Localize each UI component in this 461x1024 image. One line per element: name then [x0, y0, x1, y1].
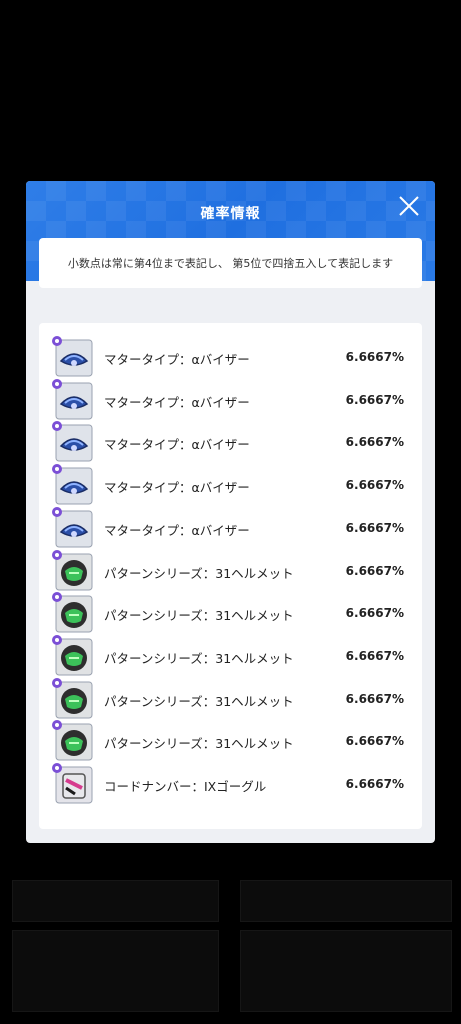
list-item: マタータイプ：αバイザー 6.6667% — [39, 506, 422, 551]
visor-icon — [52, 378, 93, 420]
item-rate: 6.6667% — [345, 392, 404, 407]
list-item: パターンシリーズ：31ヘルメット 6.6667% — [39, 592, 422, 636]
item-rate: 6.6667% — [345, 435, 404, 450]
rarity-badge-icon — [52, 378, 62, 389]
item-rate: 6.6667% — [345, 563, 404, 578]
item-name: パターンシリーズ：31ヘルメット — [104, 736, 294, 752]
list-item: マタータイプ：αバイザー 6.6667% — [39, 378, 422, 423]
rarity-badge-icon — [52, 634, 62, 645]
item-rate: 6.6667% — [345, 734, 404, 749]
visor-icon — [52, 421, 93, 462]
item-name: コードナンバー：IXゴーグル — [104, 779, 267, 794]
list-item: パターンシリーズ：31ヘルメット 6.6667% — [39, 677, 422, 722]
item-name: パターンシリーズ：31ヘルメット — [104, 565, 294, 581]
background-panel — [240, 880, 452, 922]
dialog-title: 確率情報 — [200, 206, 261, 222]
rarity-badge-icon — [52, 592, 62, 603]
notice-box: 小数点は常に第4位まで表記し、 第5位で四捨五入して表記します — [39, 238, 422, 288]
list-item: パターンシリーズ：31ヘルメット 6.6667% — [39, 634, 422, 679]
rarity-badge-icon — [52, 549, 62, 560]
list-item: マタータイプ：αバイザー 6.6667% — [39, 464, 422, 508]
background-panel — [240, 930, 452, 1012]
rarity-badge-icon — [52, 464, 62, 475]
goggle-icon — [52, 763, 93, 804]
background-panel — [12, 930, 219, 1012]
visor-icon — [52, 464, 93, 505]
item-rate: 6.6667% — [345, 648, 404, 663]
rarity-badge-icon — [52, 421, 62, 432]
helmet-icon — [52, 549, 93, 591]
helmet-icon — [52, 720, 93, 761]
item-rate: 6.6667% — [345, 777, 404, 791]
item-name: マタータイプ：αバイザー — [104, 480, 250, 496]
rarity-badge-icon — [52, 506, 62, 517]
item-rate: 6.6667% — [345, 350, 404, 364]
item-rate: 6.6667% — [345, 520, 404, 535]
list-item: マタータイプ：αバイザー 6.6667% — [39, 421, 422, 465]
helmet-icon — [52, 677, 93, 719]
visor-icon — [52, 336, 93, 377]
item-name: マタータイプ：αバイザー — [104, 522, 250, 538]
item-name: マタータイプ：αバイザー — [104, 437, 250, 453]
rarity-badge-icon — [52, 677, 62, 688]
helmet-icon — [52, 634, 93, 676]
item-name: パターンシリーズ：31ヘルメット — [104, 650, 294, 666]
background-panel — [12, 880, 219, 922]
close-icon[interactable] — [396, 193, 422, 219]
helmet-icon — [52, 592, 93, 633]
list-item: コードナンバー：IXゴーグル 6.6667% — [39, 763, 422, 807]
visor-icon — [52, 506, 93, 548]
probability-list[interactable]: マタータイプ：αバイザー 6.6667% マタータイプ：αバイザー 6.6667% マタ… — [39, 323, 422, 829]
item-rate: 6.6667% — [345, 478, 404, 493]
list-item: パターンシリーズ：31ヘルメット 6.6667% — [39, 720, 422, 764]
item-name: パターンシリーズ：31ヘルメット — [104, 608, 294, 624]
rarity-badge-icon — [52, 336, 62, 346]
close-button[interactable] — [396, 193, 422, 219]
item-rate: 6.6667% — [345, 691, 404, 706]
list-item: パターンシリーズ：31ヘルメット 6.6667% — [39, 549, 422, 594]
item-name: マタータイプ：αバイザー — [104, 352, 250, 367]
list-item: マタータイプ：αバイザー 6.6667% — [39, 336, 422, 380]
probability-dialog: 確率情報 小数点は常に第4位まで表記し、 第5位で四捨五入して表記します マター… — [26, 181, 435, 843]
rarity-badge-icon — [52, 763, 62, 773]
item-name: マタータイプ：αバイザー — [104, 394, 250, 410]
notice-text: 小数点は常に第4位まで表記し、 第5位で四捨五入して表記します — [67, 257, 394, 270]
item-name: パターンシリーズ：31ヘルメット — [104, 693, 294, 709]
rarity-badge-icon — [52, 720, 62, 731]
item-rate: 6.6667% — [345, 606, 404, 621]
